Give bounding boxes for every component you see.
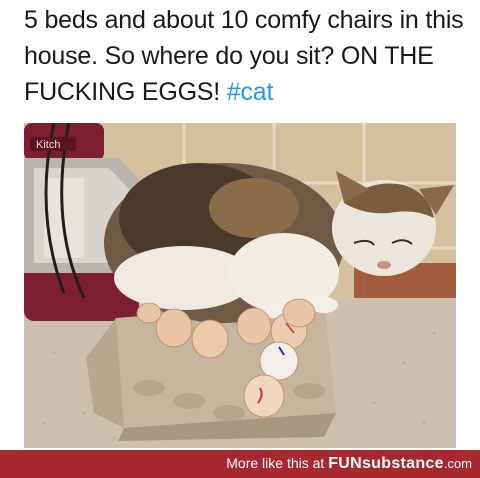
- footer-text: More like this at FUNsubstance.com: [226, 455, 472, 473]
- brand-logo: FUNsubstance: [328, 455, 444, 472]
- brand-domain: .com: [443, 456, 472, 471]
- mixer-badge: Kitch: [36, 139, 60, 151]
- footer-prefix: More like this at: [226, 455, 325, 471]
- footer-banner[interactable]: More like this at FUNsubstance.com: [0, 450, 480, 478]
- tweet-text: 5 beds and about 10 comfy chairs in this…: [24, 2, 464, 110]
- cat-on-eggs-illustration: Kitch: [24, 123, 456, 448]
- tweet-photo: Kitch: [24, 123, 456, 448]
- hashtag-link[interactable]: #cat: [227, 78, 274, 106]
